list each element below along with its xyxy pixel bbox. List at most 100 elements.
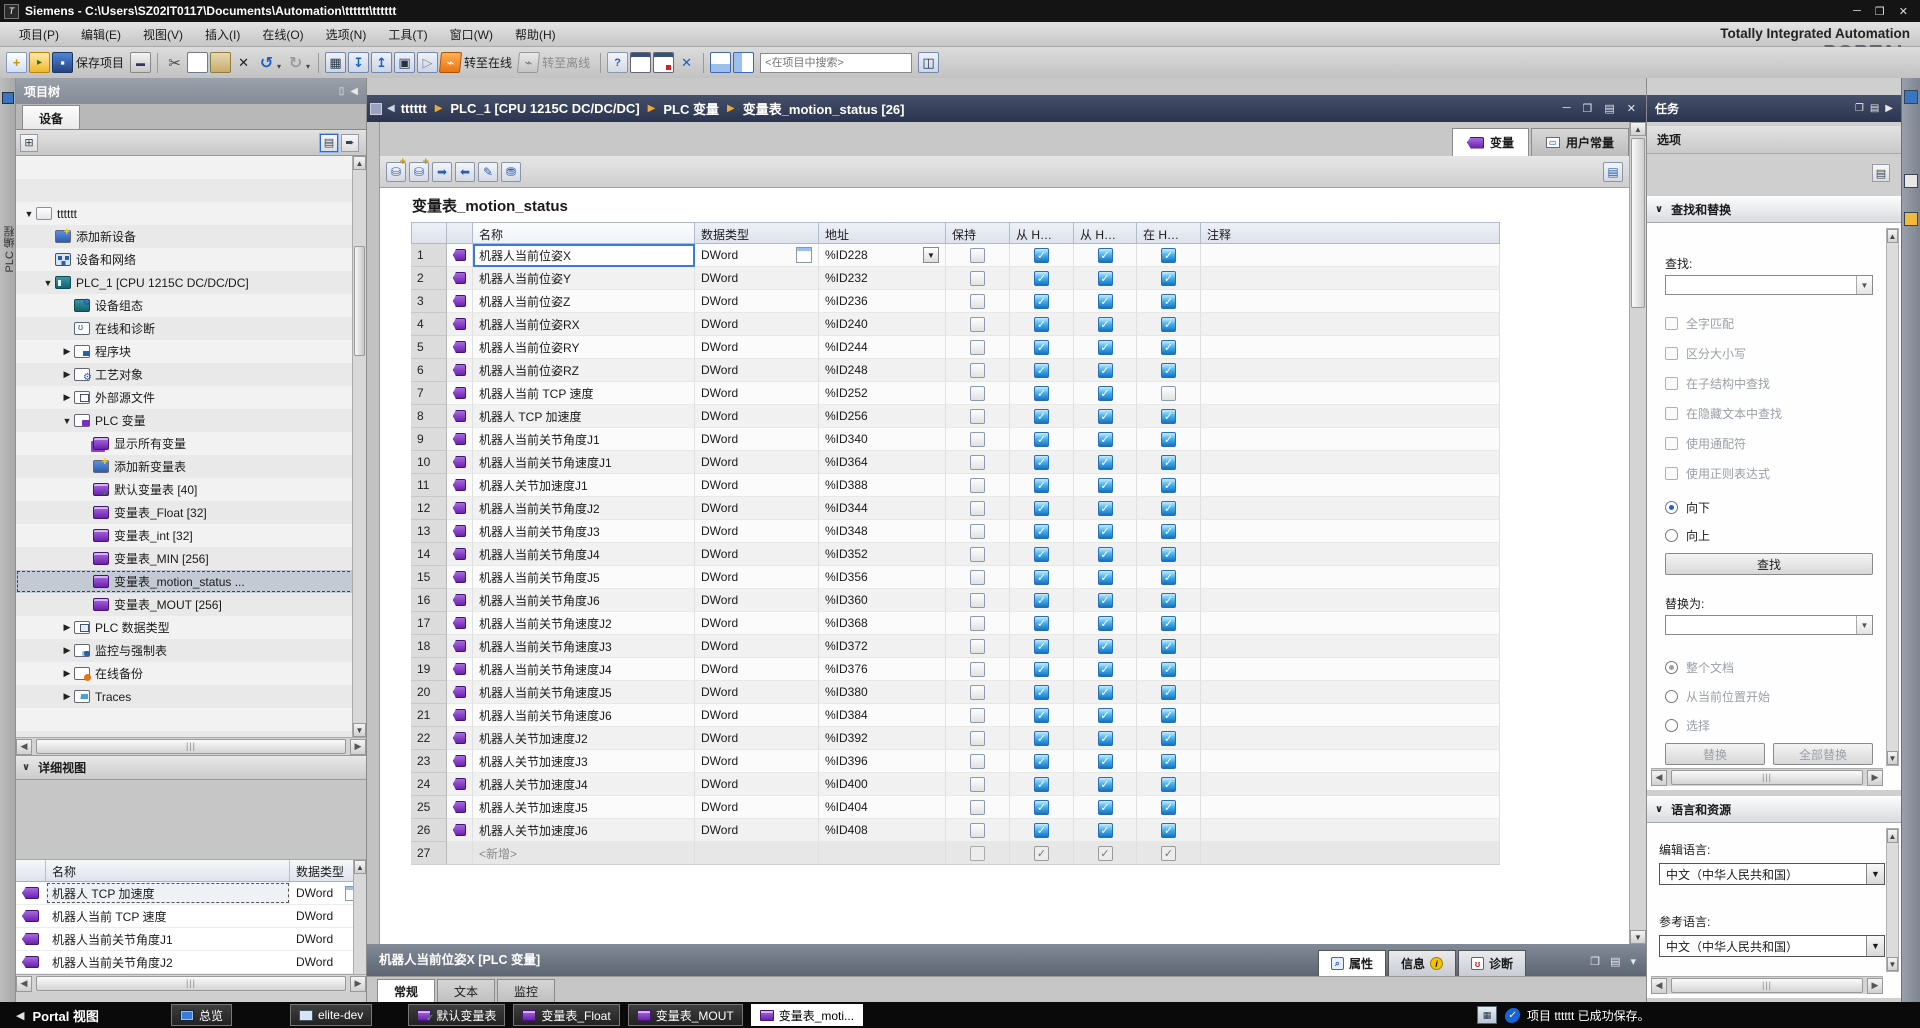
checkbox-icon[interactable]: [1161, 823, 1176, 838]
checkbox-icon[interactable]: [1161, 363, 1176, 378]
tag-name-cell[interactable]: 机器人当前关节角度J1: [473, 428, 695, 451]
from-hmi2-checkbox-cell[interactable]: [1074, 681, 1137, 704]
pin-panel-icon[interactable]: ▯: [339, 86, 345, 97]
menu-item-0[interactable]: 项目(P): [8, 23, 70, 46]
in-hmi-checkbox-cell[interactable]: [1137, 313, 1201, 336]
checkbox-icon[interactable]: [970, 455, 985, 470]
delete-icon[interactable]: [233, 52, 254, 73]
tag-name-cell[interactable]: 机器人当前关节角速度J4: [473, 658, 695, 681]
print-icon[interactable]: [130, 52, 151, 73]
tag-name-cell[interactable]: 机器人当前位姿Z: [473, 290, 695, 313]
checkbox-icon[interactable]: [1098, 616, 1113, 631]
from-hmi-checkbox-cell[interactable]: [1010, 819, 1074, 842]
dropdown-icon[interactable]: ▼: [1866, 936, 1884, 956]
checkbox-icon[interactable]: [970, 386, 985, 401]
checkbox-icon[interactable]: [1161, 731, 1176, 746]
maximize-icon[interactable]: ❐: [1875, 5, 1885, 18]
tag-address-cell[interactable]: %ID228▼: [819, 244, 946, 267]
tree-item[interactable]: ▼ tttttt: [16, 202, 366, 225]
comment-cell[interactable]: [1201, 244, 1500, 267]
tag-address-cell[interactable]: %ID400: [819, 773, 946, 796]
insert-row-icon[interactable]: ⛁: [386, 162, 406, 182]
checkbox-icon[interactable]: [970, 708, 985, 723]
col-from-hmi-2[interactable]: 从 H…: [1074, 222, 1137, 244]
taskbar-item[interactable]: 总览: [171, 1004, 232, 1026]
find-option-checkbox[interactable]: 区分大小写: [1665, 345, 1746, 362]
tab-properties[interactable]: ⌕属性: [1318, 950, 1386, 976]
scroll-up-icon[interactable]: ▲: [1630, 122, 1646, 136]
start-cpu-icon[interactable]: [394, 52, 415, 73]
tag-name-cell[interactable]: 机器人 TCP 加速度: [473, 405, 695, 428]
checkbox-icon[interactable]: [1098, 754, 1113, 769]
direction-down-radio[interactable]: 向下: [1665, 499, 1710, 516]
edit-language-select[interactable]: 中文（中华人民共和国）▼: [1659, 863, 1885, 885]
comment-cell[interactable]: [1201, 727, 1500, 750]
checkbox-icon[interactable]: [1161, 386, 1176, 401]
expander-icon[interactable]: ▼: [41, 278, 55, 288]
in-hmi-checkbox-cell[interactable]: [1137, 497, 1201, 520]
editor-close-icon[interactable]: ✕: [1627, 102, 1636, 115]
checkbox-icon[interactable]: [970, 547, 985, 562]
from-hmi2-checkbox-cell[interactable]: [1074, 566, 1137, 589]
retain-checkbox-cell[interactable]: [946, 244, 1010, 267]
open-project-icon[interactable]: [29, 52, 50, 73]
checkbox-icon[interactable]: [1098, 363, 1113, 378]
comment-cell[interactable]: [1201, 520, 1500, 543]
tag-address-cell[interactable]: %ID360: [819, 589, 946, 612]
checkbox-icon[interactable]: [970, 570, 985, 585]
from-hmi2-checkbox-cell[interactable]: [1074, 773, 1137, 796]
from-hmi-checkbox-cell[interactable]: [1010, 750, 1074, 773]
language-horizontal-scrollbar[interactable]: ◀ ||| ▶: [1651, 976, 1883, 994]
cross-reference-icon[interactable]: [676, 52, 697, 73]
tag-address-cell[interactable]: %ID344: [819, 497, 946, 520]
checkbox-icon[interactable]: [970, 639, 985, 654]
checkbox-icon[interactable]: [970, 501, 985, 516]
comment-cell[interactable]: [1201, 382, 1500, 405]
checkbox-icon[interactable]: [970, 800, 985, 815]
checkbox-icon[interactable]: [1034, 800, 1049, 815]
checkbox-icon[interactable]: [1098, 685, 1113, 700]
tag-type-cell[interactable]: DWord: [695, 244, 819, 267]
scroll-up-icon[interactable]: ▲: [354, 860, 366, 874]
tag-address-cell[interactable]: %ID244: [819, 336, 946, 359]
tab-general[interactable]: 常规: [377, 979, 435, 1002]
retain-checkbox-cell[interactable]: [946, 773, 1010, 796]
tag-address-cell[interactable]: %ID392: [819, 727, 946, 750]
checkbox-icon[interactable]: [1161, 340, 1176, 355]
tag-address-cell[interactable]: %ID232: [819, 267, 946, 290]
checkbox-icon[interactable]: [970, 823, 985, 838]
checkbox-icon[interactable]: [1098, 639, 1113, 654]
tag-address-cell[interactable]: %ID368: [819, 612, 946, 635]
from-hmi-checkbox-cell[interactable]: [1010, 635, 1074, 658]
new-project-icon[interactable]: [6, 52, 27, 73]
retain-checkbox-cell[interactable]: [946, 750, 1010, 773]
checkbox-icon[interactable]: [1034, 501, 1049, 516]
checkbox-icon[interactable]: [970, 478, 985, 493]
from-hmi2-checkbox-cell[interactable]: [1074, 428, 1137, 451]
in-hmi-checkbox-cell[interactable]: [1137, 359, 1201, 382]
scroll-left-icon[interactable]: ◀: [16, 739, 32, 755]
tag-name-cell[interactable]: 机器人当前关节角度J6: [473, 589, 695, 612]
scroll-right-icon[interactable]: ▶: [1867, 770, 1883, 786]
checkbox-icon[interactable]: [1161, 271, 1176, 286]
find-option-checkbox[interactable]: 全字匹配: [1665, 315, 1734, 332]
from-hmi-checkbox-cell[interactable]: [1010, 796, 1074, 819]
tag-type-cell[interactable]: DWord: [695, 727, 819, 750]
tag-name-cell[interactable]: 机器人当前关节角速度J5: [473, 681, 695, 704]
checkbox-icon[interactable]: [1034, 823, 1049, 838]
breadcrumb-back-icon[interactable]: ◀: [387, 103, 395, 114]
tab-devices[interactable]: 设备: [22, 105, 80, 129]
upload-icon[interactable]: [371, 52, 392, 73]
from-hmi2-checkbox-cell[interactable]: [1074, 290, 1137, 313]
tree-item[interactable]: 添加新设备: [16, 225, 366, 248]
checkbox-icon[interactable]: [970, 294, 985, 309]
copy-icon[interactable]: [187, 52, 208, 73]
tag-type-cell[interactable]: DWord: [695, 497, 819, 520]
expand-table-icon[interactable]: ▤: [1603, 162, 1623, 182]
comment-cell[interactable]: [1201, 359, 1500, 382]
tag-address-cell[interactable]: %ID396: [819, 750, 946, 773]
checkbox-icon[interactable]: [1034, 478, 1049, 493]
scroll-left-icon[interactable]: ◀: [1651, 978, 1667, 994]
comment-cell[interactable]: [1201, 405, 1500, 428]
retain-checkbox-cell[interactable]: [946, 543, 1010, 566]
